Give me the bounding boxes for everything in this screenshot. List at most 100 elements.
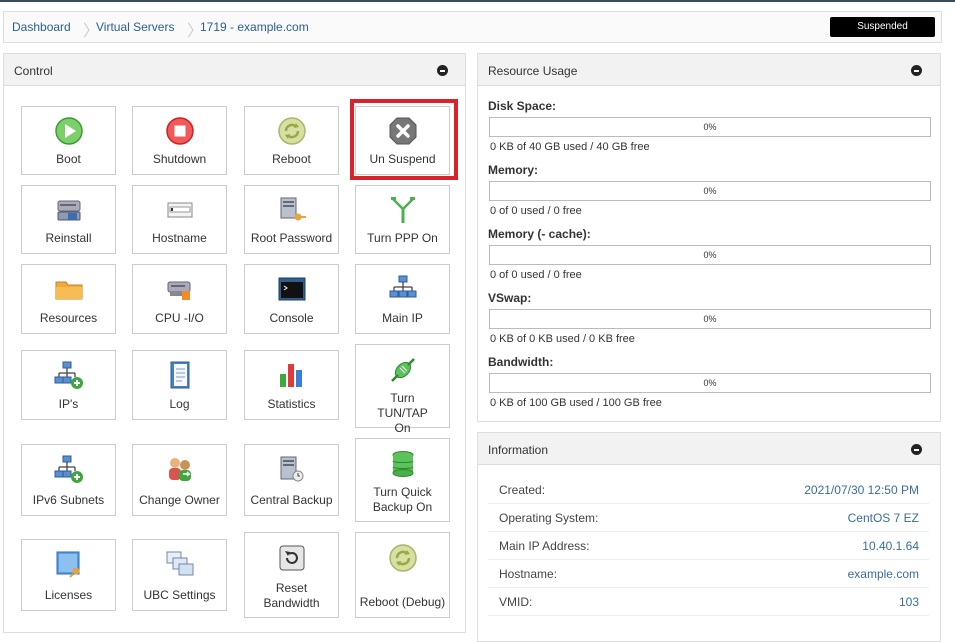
tile-central-backup[interactable]: Central Backup — [244, 444, 339, 516]
info-value: example.com — [847, 567, 919, 581]
tile-resources[interactable]: Resources — [21, 264, 116, 334]
info-row: Hostname: example.com — [488, 560, 929, 588]
breadcrumb: Dashboard 〉 Virtual Servers 〉 1719 - exa… — [3, 11, 942, 43]
tile-label: IPv6 Subnets — [32, 493, 105, 507]
status-badge: Suspended — [830, 17, 935, 37]
add-network-icon — [54, 360, 84, 390]
tile-change-owner[interactable]: Change Owner — [132, 444, 227, 516]
breadcrumb-dashboard[interactable]: Dashboard — [12, 20, 71, 34]
ubc-icon — [165, 549, 195, 579]
tile-turn-ppp-on[interactable]: Turn PPP On — [355, 185, 450, 254]
usage-detail: 0 of 0 used / 0 free — [490, 205, 582, 217]
collapse-icon[interactable] — [911, 444, 922, 455]
tile-label: Turn Quick Backup On — [372, 485, 433, 514]
resource-label: Memory: — [488, 163, 539, 177]
usage-percent: 0% — [703, 122, 717, 132]
information-header: Information — [478, 433, 940, 465]
usage-percent: 0% — [703, 314, 717, 324]
resource-usage-panel: Resource Usage Disk Space: 0% 0 KB of 40… — [477, 53, 941, 422]
usage-progress-bar: 0% — [489, 309, 931, 329]
usage-percent: 0% — [703, 186, 717, 196]
info-value: CentOS 7 EZ — [847, 511, 919, 525]
tile-label: CPU -I/O — [155, 311, 204, 325]
tile-shutdown[interactable]: Shutdown — [132, 106, 227, 175]
info-key: Hostname: — [499, 567, 558, 581]
info-key: Main IP Address: — [499, 539, 590, 553]
reboot-debug-icon — [388, 543, 418, 573]
usage-progress-bar: 0% — [489, 245, 931, 265]
tile-ipv6-subnets[interactable]: IPv6 Subnets — [21, 444, 116, 516]
tile-label: Boot — [56, 152, 81, 166]
usage-detail: 0 of 0 used / 0 free — [490, 269, 582, 281]
tile-label: IP's — [58, 397, 79, 411]
control-panel-title: Control — [14, 64, 53, 78]
tile-label: Shutdown — [152, 152, 207, 166]
tile-reboot-debug[interactable]: Reboot (Debug) — [355, 532, 450, 618]
info-row: VMID: 103 — [488, 588, 929, 616]
tile-reboot[interactable]: Reboot — [244, 106, 339, 175]
info-value: 10.40.1.64 — [862, 539, 919, 553]
tile-turn-quick-backup-on[interactable]: Turn Quick Backup On — [355, 438, 450, 522]
tile-reinstall[interactable]: Reinstall — [21, 185, 116, 254]
info-row: Created: 2021/07/30 12:50 PM — [488, 476, 929, 504]
resource-label: Bandwidth: — [488, 355, 554, 369]
tile-statistics[interactable]: Statistics — [244, 350, 339, 420]
breadcrumb-virtual-servers[interactable]: Virtual Servers — [96, 20, 174, 34]
license-icon — [54, 549, 84, 579]
console-icon — [277, 274, 307, 304]
reboot-icon — [277, 116, 307, 146]
tile-turn-tun-tap-on[interactable]: Turn TUN/TAP On — [355, 344, 450, 435]
tile-label: Reboot — [272, 152, 311, 166]
control-panel-header: Control — [4, 54, 465, 86]
usage-percent: 0% — [703, 250, 717, 260]
tile-label: Root Password — [250, 231, 333, 245]
info-value: 103 — [898, 595, 919, 609]
collapse-icon[interactable] — [437, 65, 448, 76]
info-key: Operating System: — [499, 511, 599, 525]
breadcrumb-server[interactable]: 1719 - example.com — [200, 20, 309, 34]
cpu-icon — [165, 274, 195, 304]
root-password-icon — [277, 195, 307, 225]
tile-ubc-settings[interactable]: UBC Settings — [132, 539, 227, 611]
collapse-icon[interactable] — [911, 65, 922, 76]
usage-progress-bar: 0% — [489, 117, 931, 137]
tile-reset-bandwidth[interactable]: Reset Bandwidth — [244, 532, 339, 618]
tile-log[interactable]: Log — [132, 350, 227, 420]
tile-label: Console — [269, 311, 314, 325]
network-icon — [388, 274, 418, 304]
tile-label: Reboot (Debug) — [359, 595, 446, 609]
usage-progress-bar: 0% — [489, 373, 931, 393]
tile-label: Change Owner — [139, 493, 220, 507]
tile-console[interactable]: Console — [244, 264, 339, 334]
tile-root-password[interactable]: Root Password — [244, 185, 339, 254]
usage-detail: 0 KB of 100 GB used / 100 GB free — [490, 397, 662, 409]
tile-ip-s[interactable]: IP's — [21, 350, 116, 420]
tile-boot[interactable]: Boot — [21, 106, 116, 175]
tile-hostname[interactable]: Hostname — [132, 185, 227, 254]
tile-label: UBC Settings — [143, 588, 216, 602]
change-owner-icon — [165, 454, 195, 484]
tile-label: Resources — [39, 311, 98, 325]
database-icon — [388, 449, 418, 479]
resource-label: VSwap: — [488, 291, 532, 305]
backup-icon — [277, 454, 307, 484]
tile-label: Hostname — [152, 231, 207, 245]
resource-label: Disk Space: — [488, 99, 557, 113]
tile-cpu-i-o[interactable]: CPU -I/O — [132, 264, 227, 334]
resource-usage-title: Resource Usage — [488, 64, 578, 78]
log-icon — [165, 360, 195, 390]
tile-label: Reinstall — [45, 231, 92, 245]
tile-label: Main IP — [382, 311, 423, 325]
tile-licenses[interactable]: Licenses — [21, 539, 116, 611]
tile-label: Statistics — [267, 397, 316, 411]
tile-main-ip[interactable]: Main IP — [355, 264, 450, 334]
info-key: Created: — [499, 483, 546, 497]
usage-progress-bar: 0% — [489, 181, 931, 201]
usage-detail: 0 KB of 0 KB used / 0 KB free — [490, 333, 635, 345]
play-icon — [54, 116, 84, 146]
ipv6-icon — [54, 454, 84, 484]
tile-label: Licenses — [44, 588, 93, 602]
tile-label: Turn PPP On — [367, 231, 438, 245]
tile-label: Turn TUN/TAP On — [377, 391, 428, 435]
tile-label: Log — [169, 397, 190, 411]
